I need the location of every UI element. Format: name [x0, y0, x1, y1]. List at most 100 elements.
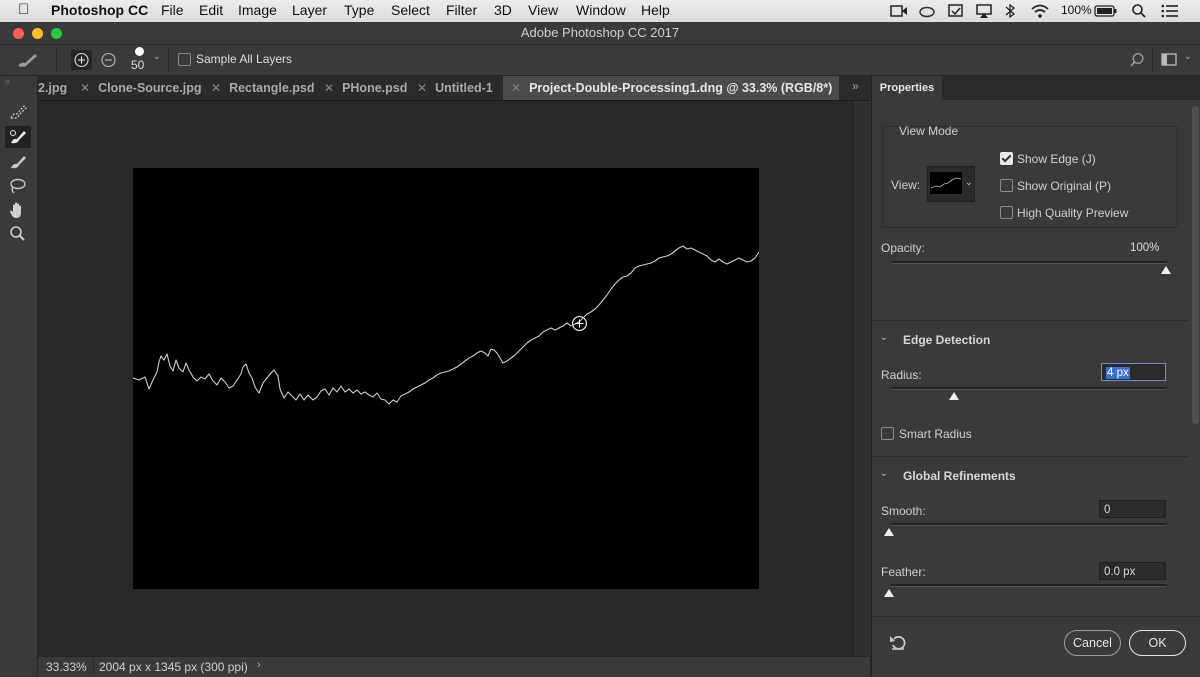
menu-help[interactable]: Help: [641, 2, 670, 18]
subtract-from-selection-button[interactable]: [98, 50, 119, 70]
cloud-icon[interactable]: [918, 4, 936, 18]
lasso-icon: [10, 178, 26, 194]
tab-label: Untitled-1: [435, 81, 493, 95]
radius-value: 4 px: [1106, 367, 1130, 379]
add-to-selection-button[interactable]: [71, 50, 92, 70]
workspace-dropdown-icon[interactable]: ⌄: [1184, 51, 1192, 62]
feather-slider[interactable]: [891, 584, 1167, 587]
tab-2-jpg[interactable]: 2.jpg: [38, 76, 80, 100]
tab-clone-source[interactable]: ✕ Clone-Source.jpg: [80, 76, 202, 100]
zoom-level[interactable]: 33.33%: [46, 660, 87, 674]
tab-phone[interactable]: ✕ PHone.psd: [324, 76, 407, 100]
brush-tool[interactable]: [5, 151, 31, 173]
tab-untitled-1[interactable]: ✕ Untitled-1: [417, 76, 493, 100]
vertical-scrollbar[interactable]: [853, 101, 871, 656]
facetime-icon[interactable]: [890, 4, 908, 18]
reset-icon[interactable]: [889, 634, 907, 652]
properties-panel: Properties View Mode View: ⌄ Show Edge (…: [871, 76, 1200, 677]
view-thumbnail-icon: [930, 172, 962, 194]
apple-icon[interactable]: : [18, 1, 29, 18]
collapse-tools-icon[interactable]: »: [5, 76, 10, 86]
document-info: 2004 px x 1345 px (300 ppi): [99, 660, 248, 674]
notification-center-icon[interactable]: [1161, 4, 1179, 18]
hand-tool[interactable]: [5, 199, 31, 221]
notification-icon[interactable]: [947, 3, 965, 19]
divider: [1152, 49, 1153, 71]
show-original-checkbox[interactable]: [1000, 179, 1013, 192]
smooth-slider-thumb[interactable]: [884, 528, 894, 536]
feather-label: Feather:: [881, 565, 926, 579]
menu-select[interactable]: Select: [391, 2, 430, 18]
wifi-icon[interactable]: [1030, 3, 1050, 19]
tab-project-double-processing[interactable]: ✕ Project-Double-Processing1.dng @ 33.3% …: [503, 76, 839, 100]
bluetooth-icon[interactable]: [1004, 3, 1016, 19]
feather-slider-thumb[interactable]: [884, 589, 894, 597]
smooth-slider[interactable]: [891, 523, 1167, 526]
refine-brush-tool-preset-icon[interactable]: [15, 51, 39, 69]
opacity-label: Opacity:: [881, 241, 926, 255]
menu-file[interactable]: File: [161, 2, 184, 18]
menu-view[interactable]: View: [528, 2, 558, 18]
panel-scrollbar[interactable]: [1192, 106, 1199, 424]
zoom-icon: [10, 226, 25, 241]
divider: [56, 49, 57, 71]
opacity-slider[interactable]: [891, 261, 1167, 264]
menu-edit[interactable]: Edit: [199, 2, 223, 18]
close-tab-icon[interactable]: ✕: [324, 81, 334, 95]
divider: [93, 659, 94, 675]
zoom-tool[interactable]: [5, 223, 31, 245]
menu-app-name[interactable]: Photoshop CC: [51, 2, 148, 18]
menu-3d[interactable]: 3D: [494, 2, 512, 18]
document-canvas[interactable]: [132, 168, 760, 589]
close-tab-icon[interactable]: ✕: [417, 81, 427, 95]
close-tab-icon[interactable]: ✕: [80, 81, 90, 95]
smart-radius-checkbox[interactable]: [881, 427, 894, 440]
view-thumbnail-dropdown[interactable]: ⌄: [927, 166, 975, 202]
tab-label: Clone-Source.jpg: [98, 81, 202, 95]
smart-radius-label: Smart Radius: [899, 427, 972, 441]
battery-icon[interactable]: [1094, 4, 1118, 18]
smooth-field[interactable]: 0: [1099, 500, 1166, 518]
opacity-field[interactable]: 100%: [1125, 238, 1166, 256]
airplay-icon[interactable]: [975, 3, 993, 19]
menu-layer[interactable]: Layer: [292, 2, 327, 18]
radius-field[interactable]: 4 px: [1101, 363, 1166, 381]
brush-size-value[interactable]: 50: [131, 58, 144, 72]
show-edge-checkbox[interactable]: [1000, 152, 1013, 165]
menu-type[interactable]: Type: [344, 2, 374, 18]
document-info-menu-icon[interactable]: ›: [257, 659, 261, 671]
menu-image[interactable]: Image: [238, 2, 277, 18]
menu-window[interactable]: Window: [576, 2, 626, 18]
refine-edge-brush-tool[interactable]: [5, 126, 31, 148]
high-quality-preview-checkbox[interactable]: [1000, 206, 1013, 219]
sample-all-layers-checkbox[interactable]: [178, 53, 191, 66]
more-tabs-icon[interactable]: »: [852, 79, 859, 93]
radius-slider-thumb[interactable]: [949, 392, 959, 400]
collapse-edge-detection-icon[interactable]: ⌄: [880, 332, 888, 343]
radius-slider[interactable]: [891, 387, 1167, 390]
tab-properties[interactable]: Properties: [872, 76, 942, 100]
spotlight-icon[interactable]: [1131, 3, 1147, 19]
refine-edge-brush-icon: [10, 130, 26, 144]
global-refinements-heading: Global Refinements: [903, 469, 1016, 483]
workspace-icon[interactable]: [1161, 53, 1177, 66]
lasso-tool[interactable]: [5, 175, 31, 197]
close-tab-icon[interactable]: ✕: [211, 81, 221, 95]
radius-label: Radius:: [881, 368, 922, 382]
collapse-global-refinements-icon[interactable]: ⌄: [880, 468, 888, 479]
status-bar: 33.33% 2004 px x 1345 px (300 ppi) ›: [38, 656, 870, 677]
close-tab-icon[interactable]: ✕: [511, 81, 521, 95]
brush-preview-icon[interactable]: [135, 47, 144, 56]
tab-rectangle[interactable]: ✕ Rectangle.psd: [211, 76, 315, 100]
ok-button[interactable]: OK: [1129, 630, 1186, 656]
add-circle-icon: [74, 52, 89, 68]
divider: [872, 320, 1188, 321]
quick-selection-tool[interactable]: [5, 101, 31, 123]
brush-size-dropdown-icon[interactable]: ⌄: [153, 51, 161, 62]
feather-field[interactable]: 0.0 px: [1099, 562, 1166, 580]
cancel-button[interactable]: Cancel: [1064, 630, 1121, 656]
menu-filter[interactable]: Filter: [446, 2, 477, 18]
window-title: Adobe Photoshop CC 2017: [520, 25, 680, 40]
opacity-slider-thumb[interactable]: [1161, 266, 1171, 274]
search-icon[interactable]: [1129, 52, 1145, 68]
